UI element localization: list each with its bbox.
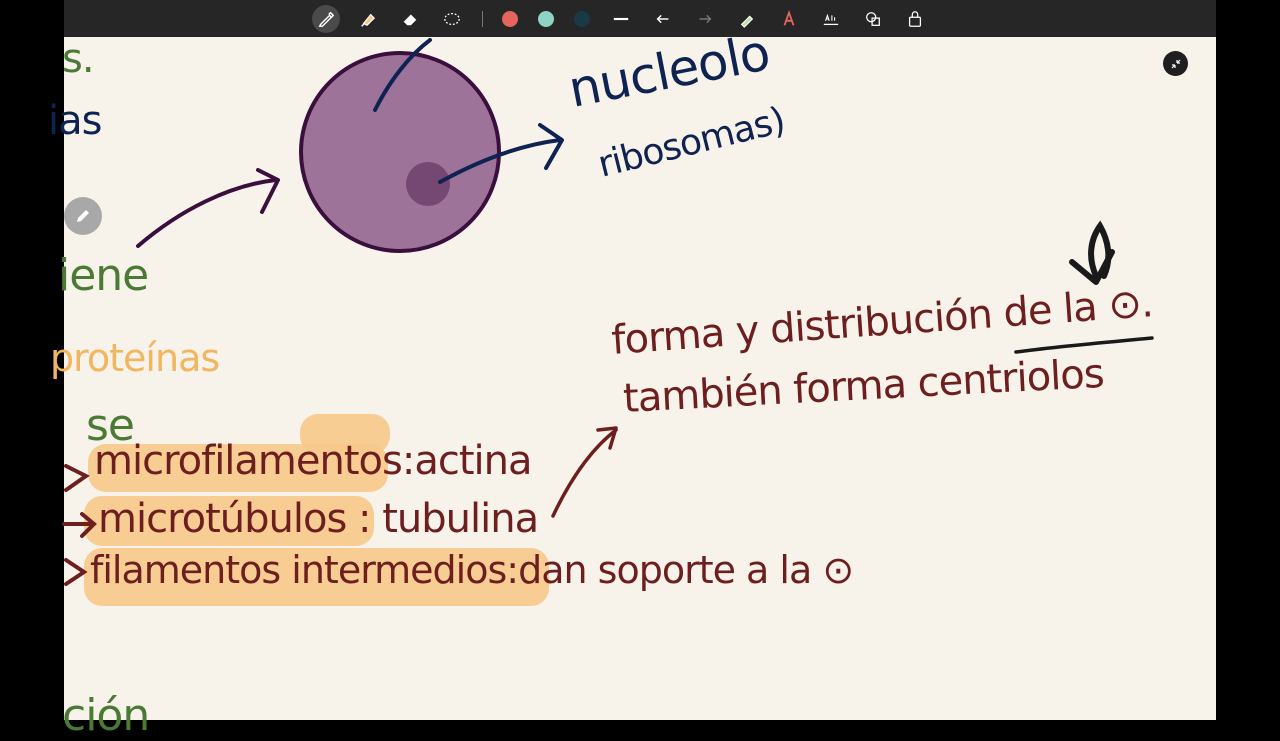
redo-button[interactable] bbox=[691, 5, 719, 33]
value-soporte: dan soporte a la ⊙ bbox=[518, 548, 854, 592]
lock-button[interactable] bbox=[901, 5, 929, 33]
shape-pen-icon bbox=[740, 15, 753, 28]
pen-tool-icon bbox=[318, 11, 334, 27]
toolbar bbox=[64, 0, 1216, 37]
term-microtubulos: microtúbulos bbox=[98, 496, 347, 542]
edit-pencil-button[interactable] bbox=[64, 197, 102, 235]
term-filamentos: filamentos intermedios bbox=[90, 548, 507, 592]
text-style-button[interactable] bbox=[775, 5, 803, 33]
undo-icon bbox=[656, 14, 668, 23]
lasso-tool-button[interactable] bbox=[438, 5, 466, 33]
separator: : bbox=[401, 438, 416, 484]
color-swatch-teal[interactable] bbox=[537, 10, 554, 27]
lasso-tool-icon bbox=[443, 12, 460, 25]
separator: : bbox=[506, 548, 519, 592]
toolbar-divider bbox=[481, 10, 483, 27]
fragment-cion: ción bbox=[62, 690, 150, 741]
color-swatch-red[interactable] bbox=[501, 10, 518, 27]
value-tubulina: tubulina bbox=[382, 496, 539, 542]
value-actina: actina bbox=[414, 438, 532, 484]
term-microfilamentos: microfilamentos bbox=[94, 438, 403, 484]
shapes-button[interactable] bbox=[859, 5, 887, 33]
fragment-proteinas: proteínas bbox=[50, 336, 220, 380]
line-filamentos: filamentos intermedios:dan soporte a la … bbox=[90, 548, 854, 592]
eraser-tool-button[interactable] bbox=[396, 5, 424, 33]
lock-icon bbox=[908, 10, 921, 27]
stroke-width-icon bbox=[613, 17, 628, 20]
shapes-icon bbox=[865, 11, 880, 26]
highlighter-tool-icon bbox=[360, 13, 375, 27]
color-swatch-dark[interactable] bbox=[573, 10, 590, 27]
highlighter-tool-button[interactable] bbox=[354, 5, 382, 33]
fragment-ias: ias bbox=[48, 98, 102, 144]
line-microfilamentos: microfilamentos:actina bbox=[94, 438, 533, 484]
shape-pen-button[interactable] bbox=[733, 5, 761, 33]
fragment-iene: iene bbox=[58, 250, 149, 301]
redo-icon bbox=[699, 14, 711, 23]
pen-tool-button[interactable] bbox=[311, 4, 340, 33]
line-microtubulos: microtúbulos : tubulina bbox=[98, 496, 539, 542]
text-box-icon bbox=[823, 13, 838, 25]
stroke-width-button[interactable] bbox=[607, 5, 635, 33]
collapse-button[interactable] bbox=[1163, 51, 1188, 76]
eraser-tool-icon bbox=[403, 14, 416, 25]
fragment-s: s. bbox=[62, 36, 95, 82]
text-box-button[interactable] bbox=[817, 5, 845, 33]
separator: : bbox=[358, 496, 372, 542]
collapse-icon bbox=[1171, 59, 1180, 68]
text-style-icon bbox=[783, 9, 794, 26]
pencil-icon bbox=[77, 210, 89, 222]
undo-button[interactable] bbox=[649, 5, 677, 33]
